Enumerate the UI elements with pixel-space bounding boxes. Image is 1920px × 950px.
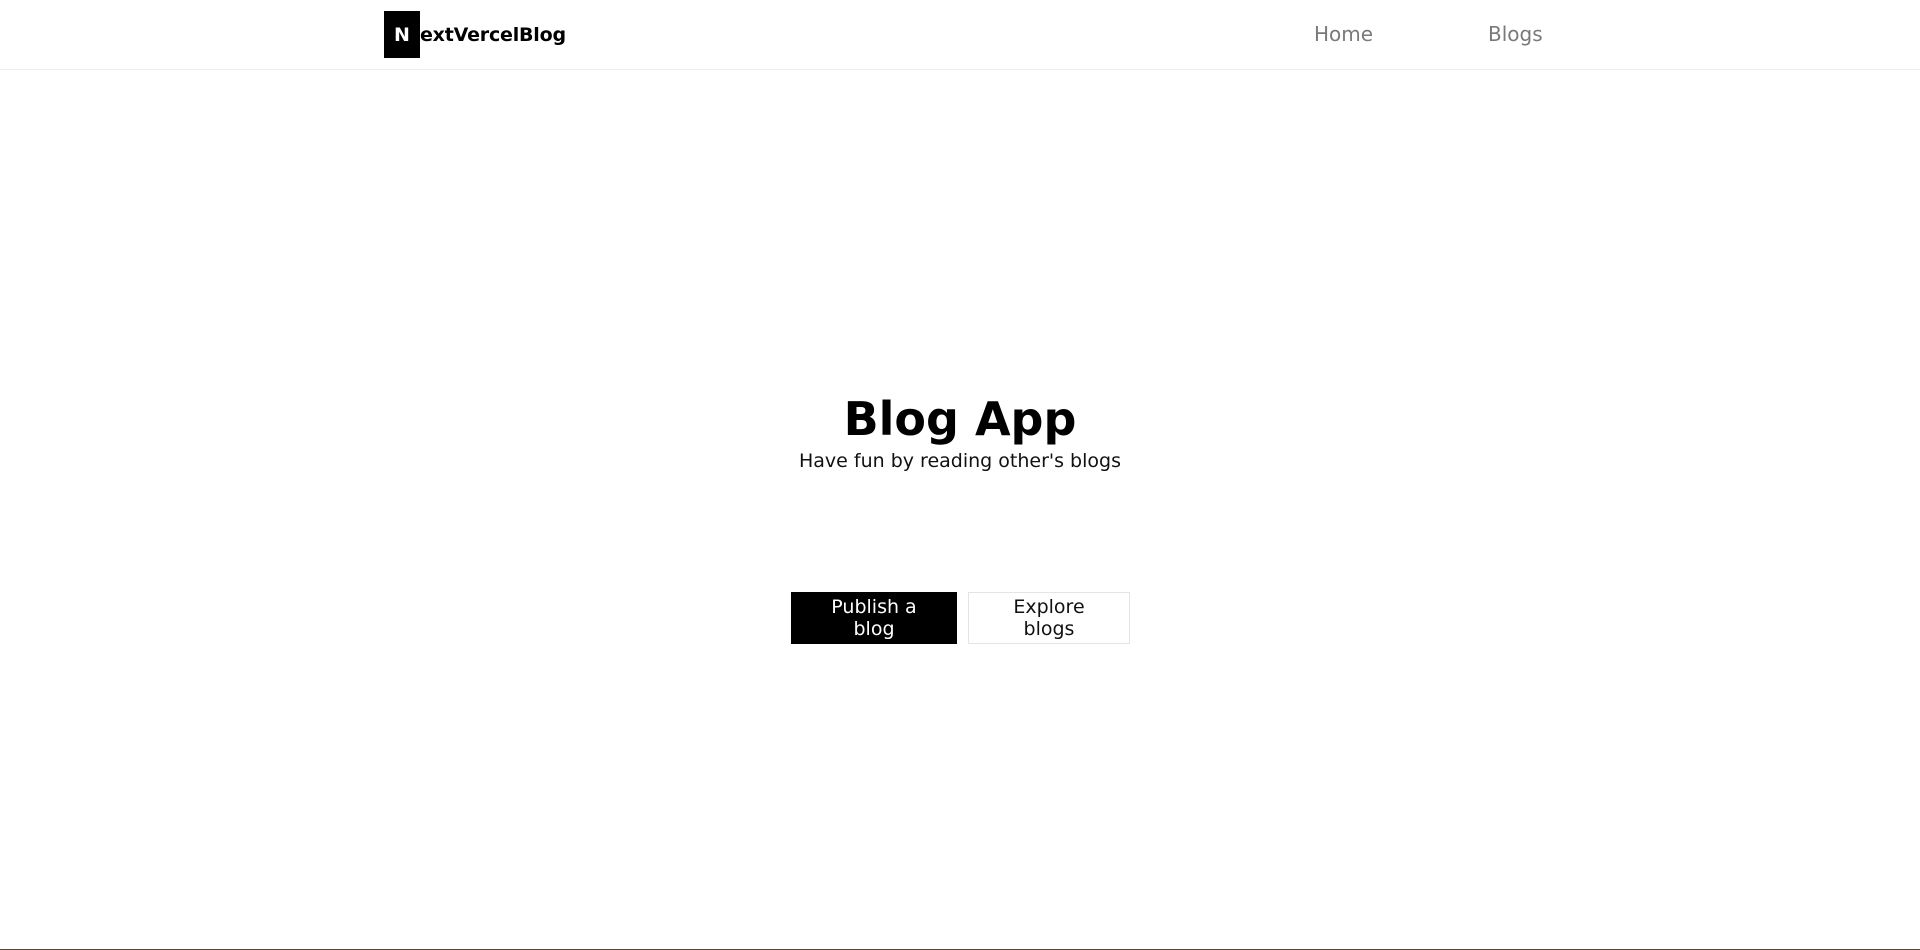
nav-link-home[interactable]: Home (1314, 22, 1373, 46)
hero-actions: Publish a blog Explore blogs (791, 592, 1130, 644)
brand-mark: N (384, 11, 420, 58)
hero-subtitle: Have fun by reading other's blogs (799, 450, 1121, 472)
hero-title: Blog App (843, 392, 1077, 446)
explore-blogs-button[interactable]: Explore blogs (968, 592, 1130, 644)
page: N extVercelBlog Home Blogs Blog App Have… (0, 0, 1920, 950)
brand-logo-link[interactable]: N extVercelBlog (384, 11, 566, 58)
publish-blog-button[interactable]: Publish a blog (791, 592, 957, 644)
top-navbar: N extVercelBlog Home Blogs (0, 0, 1920, 70)
nav-link-blogs[interactable]: Blogs (1488, 22, 1543, 46)
hero-section: Blog App Have fun by reading other's blo… (0, 390, 1920, 474)
brand-name: extVercelBlog (420, 23, 566, 46)
